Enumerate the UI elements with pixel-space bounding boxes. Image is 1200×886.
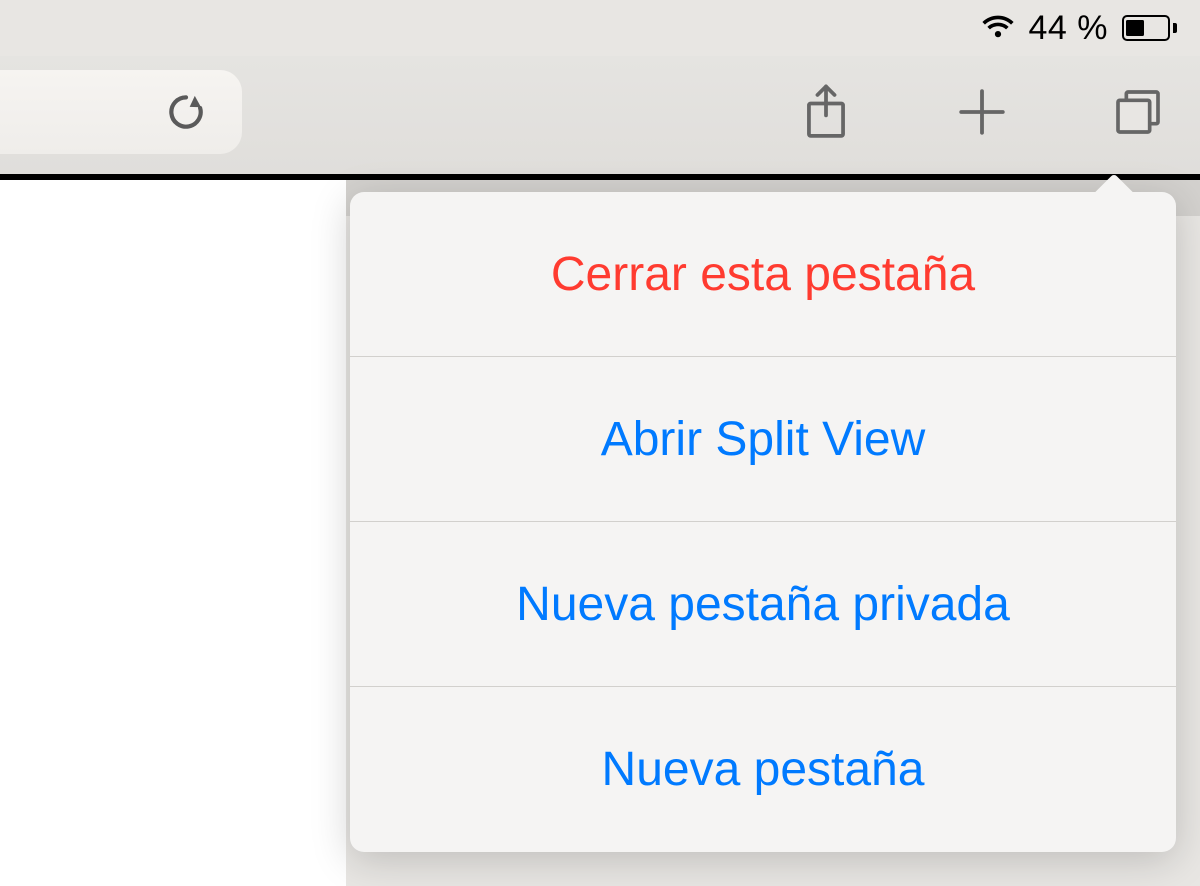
status-bar: 44 % bbox=[981, 0, 1200, 56]
wifi-icon bbox=[981, 11, 1015, 45]
menu-item-label: Nueva pestaña privada bbox=[516, 577, 1010, 632]
battery-percentage: 44 % bbox=[1029, 9, 1109, 48]
new-tab-button[interactable] bbox=[950, 80, 1014, 144]
share-button[interactable] bbox=[794, 80, 858, 144]
menu-item-label: Abrir Split View bbox=[601, 412, 926, 467]
page-content bbox=[0, 216, 346, 886]
menu-item-close-tab[interactable]: Cerrar esta pestaña bbox=[350, 192, 1176, 357]
menu-item-new-private-tab[interactable]: Nueva pestaña privada bbox=[350, 522, 1176, 687]
toolbar-actions bbox=[794, 70, 1170, 154]
popover-arrow bbox=[1094, 174, 1134, 194]
menu-item-split-view[interactable]: Abrir Split View bbox=[350, 357, 1176, 522]
reload-icon[interactable] bbox=[164, 90, 208, 134]
menu-item-label: Nueva pestaña bbox=[602, 742, 925, 797]
url-field[interactable] bbox=[0, 70, 242, 154]
battery-icon bbox=[1122, 15, 1174, 41]
menu-item-new-tab[interactable]: Nueva pestaña bbox=[350, 687, 1176, 852]
active-tab[interactable] bbox=[0, 174, 346, 216]
tabs-context-menu: Cerrar esta pestaña Abrir Split View Nue… bbox=[350, 192, 1176, 852]
tabs-button[interactable] bbox=[1106, 80, 1170, 144]
menu-item-label: Cerrar esta pestaña bbox=[551, 247, 975, 302]
